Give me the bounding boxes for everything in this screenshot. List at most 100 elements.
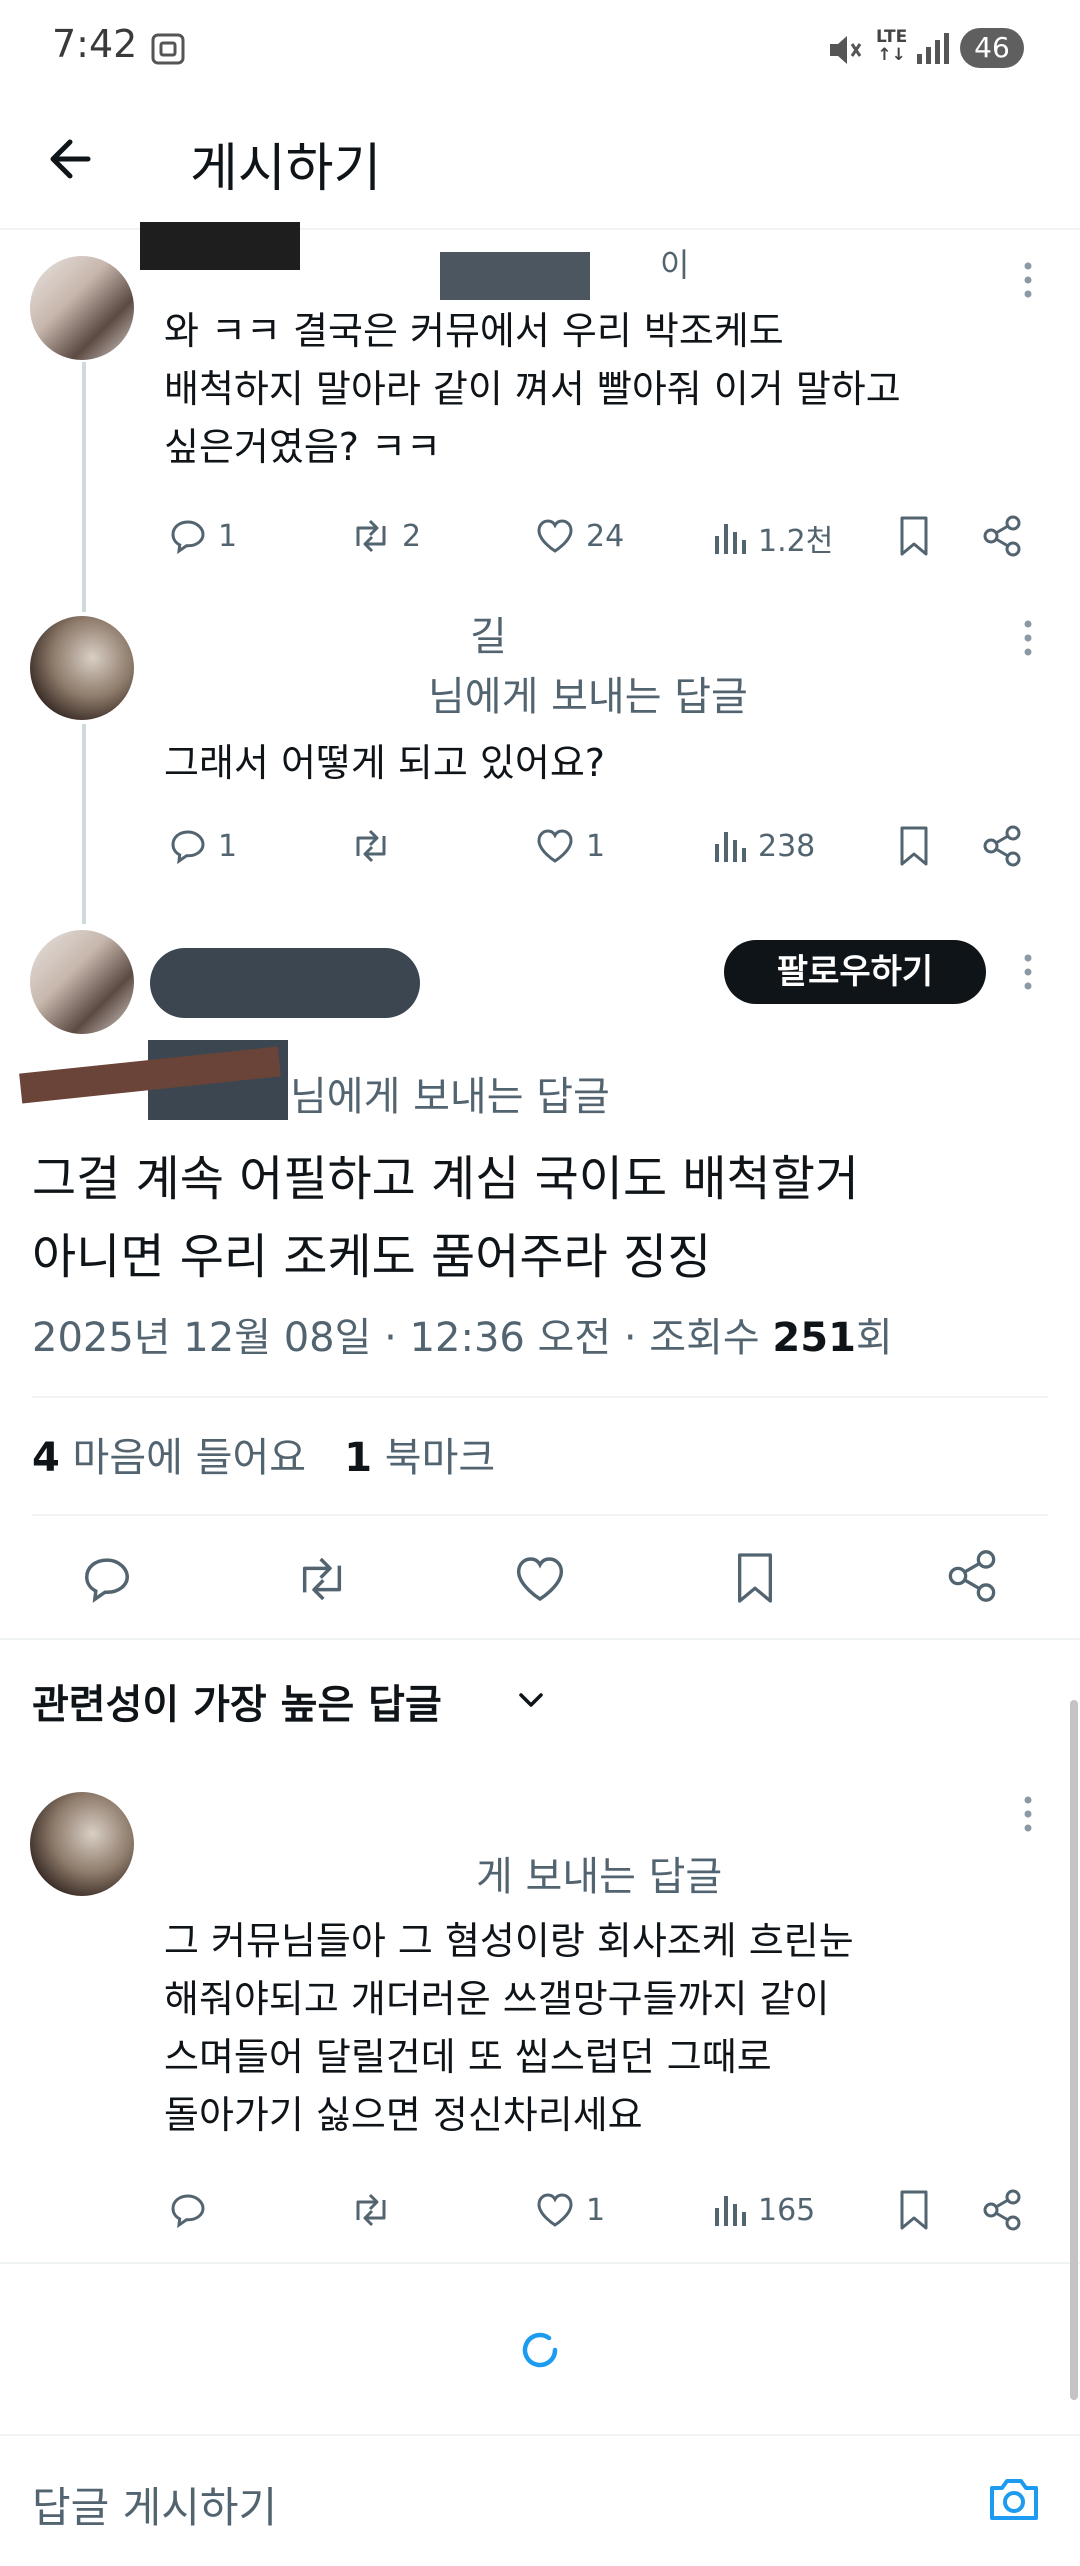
- reply-sort-dropdown[interactable]: 관련성이 가장 높은 답글: [32, 1672, 442, 1730]
- view-count: 238: [758, 828, 816, 864]
- view-count: 1.2천: [758, 524, 834, 559]
- chevron-down-icon[interactable]: [516, 1690, 546, 1710]
- mute-icon: [824, 30, 864, 70]
- bookmark-icon: [732, 1548, 778, 1608]
- author-name-fragment: 길: [470, 614, 507, 660]
- more-options-icon[interactable]: [1018, 950, 1038, 994]
- reply-text: 그 커뮤님들아 그 혐성이랑 회사조케 흐린눈 해줘야되고 개더러운 쓰갤망구들…: [164, 1919, 854, 2137]
- divider: [0, 2434, 1080, 2436]
- scrollbar[interactable]: [1070, 1700, 1078, 2400]
- views-button[interactable]: 238: [712, 826, 815, 866]
- share-button[interactable]: [980, 824, 1024, 868]
- like-button[interactable]: 1: [534, 2190, 605, 2230]
- views-button[interactable]: 1.2천: [712, 516, 833, 560]
- status-time: 7:42: [52, 22, 138, 66]
- heart-icon: [534, 826, 576, 866]
- reply-icon: [168, 2190, 208, 2230]
- divider: [32, 1514, 1048, 1516]
- avatar[interactable]: [30, 930, 134, 1034]
- like-count: 24: [586, 518, 625, 554]
- engagement-stats[interactable]: 4 마음에 들어요 1 북마크: [32, 1425, 495, 1483]
- thread-line: [82, 724, 86, 924]
- analytics-icon: [712, 2190, 748, 2230]
- post-text: 와 ㅋㅋ 결국은 커뮤에서 우리 박조케도 배척하지 말아라 같이 껴서 빨아줘…: [164, 309, 901, 469]
- reply-count: 1: [218, 518, 238, 554]
- back-button[interactable]: [38, 124, 108, 194]
- share-button[interactable]: [944, 1548, 1000, 1604]
- share-button[interactable]: [980, 2188, 1024, 2232]
- bookmark-icon: [896, 514, 932, 558]
- avatar[interactable]: [30, 1792, 134, 1896]
- battery-badge: 46: [960, 28, 1024, 68]
- more-options-icon[interactable]: [1018, 616, 1038, 660]
- share-icon: [980, 514, 1024, 558]
- like-button[interactable]: [512, 1552, 568, 1606]
- view-count: 165: [758, 2192, 816, 2228]
- loading-spinner: [518, 2328, 562, 2372]
- reply-composer-input[interactable]: 답글 게시하기: [32, 2474, 277, 2535]
- thread-line: [82, 362, 86, 612]
- bookmark-button[interactable]: [732, 1548, 778, 1608]
- author-name-fragment: 이: [660, 246, 690, 284]
- arrow-left-icon: [38, 124, 108, 194]
- views-button[interactable]: 165: [712, 2190, 815, 2230]
- repost-count: 2: [402, 518, 422, 554]
- analytics-icon: [712, 518, 748, 558]
- share-icon: [980, 2188, 1024, 2232]
- repost-button[interactable]: 2: [350, 516, 421, 556]
- bookmark-button[interactable]: [896, 514, 932, 558]
- repost-icon: [294, 1552, 350, 1606]
- reply-count: 1: [218, 828, 238, 864]
- more-options-icon[interactable]: [1018, 258, 1038, 302]
- share-icon: [980, 824, 1024, 868]
- camera-icon: [986, 2474, 1042, 2524]
- reply-button[interactable]: 1: [168, 826, 237, 866]
- reply-icon: [168, 826, 208, 866]
- repost-icon: [350, 2190, 392, 2230]
- avatar[interactable]: [30, 256, 134, 360]
- reply-icon: [168, 516, 208, 556]
- share-button[interactable]: [980, 514, 1024, 558]
- page-title: 게시하기: [190, 139, 382, 199]
- follow-button[interactable]: 팔로우하기: [724, 940, 986, 1004]
- reply-to-label: 게 보내는 답글: [476, 1854, 723, 1900]
- reply-button[interactable]: [80, 1552, 134, 1606]
- more-options-icon[interactable]: [1018, 1792, 1038, 1836]
- network-type: LTE ↑↓: [876, 27, 908, 65]
- heart-icon: [534, 2190, 576, 2230]
- redacted-name: [140, 222, 300, 270]
- camera-button[interactable]: [986, 2474, 1042, 2524]
- reply-to-label: 님에게 보내는 답글: [428, 674, 748, 720]
- repost-button[interactable]: [294, 1552, 350, 1606]
- screenshot-icon: [150, 32, 186, 66]
- like-count: 1: [586, 2192, 606, 2228]
- signal-icon: [915, 30, 951, 66]
- divider: [0, 1638, 1080, 1640]
- bookmark-button[interactable]: [896, 2188, 932, 2232]
- repost-icon: [350, 516, 392, 556]
- main-post-text: 그걸 계속 어필하고 계심 국이도 배척할거 아니면 우리 조케도 품어주라 징…: [32, 1151, 860, 1285]
- redacted-handle: [440, 252, 590, 300]
- analytics-icon: [712, 826, 748, 866]
- repost-icon: [350, 826, 392, 866]
- like-button[interactable]: 24: [534, 516, 624, 556]
- bookmark-button[interactable]: [896, 824, 932, 868]
- share-icon: [944, 1548, 1000, 1604]
- divider: [0, 2262, 1080, 2264]
- repost-button[interactable]: [350, 2190, 402, 2230]
- redacted-name: [150, 948, 420, 1018]
- repost-button[interactable]: [350, 826, 402, 866]
- heart-icon: [512, 1552, 568, 1606]
- bookmark-icon: [896, 2188, 932, 2232]
- post-metadata: 2025년 12월 08일 · 12:36 오전 · 조회수 251회: [32, 1315, 893, 1361]
- like-button[interactable]: 1: [534, 826, 605, 866]
- bookmark-icon: [896, 824, 932, 868]
- like-count: 1: [586, 828, 606, 864]
- avatar[interactable]: [30, 616, 134, 720]
- reply-icon: [80, 1552, 134, 1606]
- post-text: 그래서 어떻게 되고 있어요?: [164, 741, 605, 785]
- reply-button[interactable]: [168, 2190, 218, 2230]
- reply-to-label: 님에게 보내는 답글: [290, 1074, 610, 1120]
- heart-icon: [534, 516, 576, 556]
- reply-button[interactable]: 1: [168, 516, 237, 556]
